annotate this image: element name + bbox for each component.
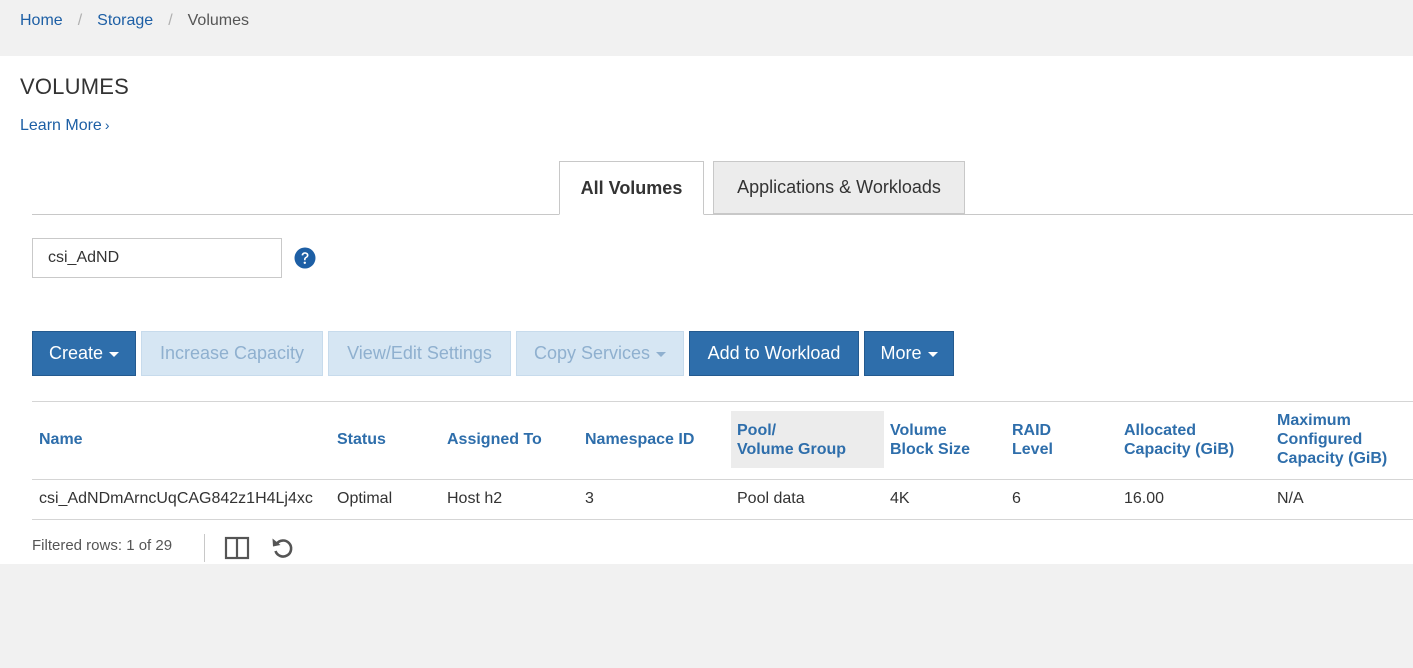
increase-capacity-button[interactable]: Increase Capacity xyxy=(141,331,323,376)
tab-all-volumes[interactable]: All Volumes xyxy=(559,161,704,215)
cell-namespace-id: 3 xyxy=(585,490,594,507)
cell-raid-level: 6 xyxy=(1012,490,1021,507)
cell-name: csi_AdNDmArncUqCAG842z1H4Lj4xc xyxy=(39,490,313,507)
column-header-pool-volume-group[interactable]: Pool/ Volume Group xyxy=(731,411,884,468)
cell-max-capacity: N/A xyxy=(1277,490,1304,507)
filter-input[interactable] xyxy=(32,238,282,278)
chevron-right-icon: › xyxy=(104,117,110,133)
breadcrumb-storage[interactable]: Storage xyxy=(97,12,153,30)
column-header-maximum-configured-capacity[interactable]: Maximum Configured Capacity (GiB) xyxy=(1277,411,1387,468)
refresh-icon[interactable] xyxy=(270,535,296,561)
footer-divider xyxy=(204,534,205,562)
caret-down-icon xyxy=(656,352,667,357)
column-header-namespace-id[interactable]: Namespace ID xyxy=(585,411,694,468)
breadcrumb: Home / Storage / Volumes xyxy=(0,0,1413,56)
cell-status: Optimal xyxy=(337,490,393,507)
create-button[interactable]: Create xyxy=(32,331,136,376)
column-header-assigned-to[interactable]: Assigned To xyxy=(447,411,542,468)
column-header-status[interactable]: Status xyxy=(337,411,386,468)
cell-assigned-to: Host h2 xyxy=(447,490,503,507)
header-divider xyxy=(32,479,1413,480)
caret-down-icon xyxy=(927,352,938,357)
tabs-divider xyxy=(32,214,1413,215)
page-title: VOLUMES xyxy=(20,74,129,99)
breadcrumb-separator: / xyxy=(168,12,173,29)
caret-down-icon xyxy=(109,352,120,357)
column-header-name[interactable]: Name xyxy=(39,411,83,468)
copy-services-button[interactable]: Copy Services xyxy=(516,331,684,376)
add-to-workload-button[interactable]: Add to Workload xyxy=(689,331,859,376)
breadcrumb-home[interactable]: Home xyxy=(20,12,63,30)
learn-more-link[interactable]: Learn More › xyxy=(20,117,110,135)
more-button-label: More xyxy=(880,343,922,363)
column-header-raid-level[interactable]: RAID Level xyxy=(1012,411,1053,468)
cell-block-size: 4K xyxy=(890,490,910,507)
column-header-volume-block-size[interactable]: Volume Block Size xyxy=(890,411,970,468)
copy-services-label: Copy Services xyxy=(533,343,651,363)
column-header-allocated-capacity[interactable]: Allocated Capacity (GiB) xyxy=(1124,411,1234,468)
row-divider xyxy=(32,519,1413,520)
cell-allocated-capacity: 16.00 xyxy=(1124,490,1165,507)
view-edit-settings-button[interactable]: View/Edit Settings xyxy=(328,331,511,376)
table-top-border xyxy=(32,401,1413,402)
learn-more-label: Learn More xyxy=(20,117,102,134)
filtered-rows-count: Filtered rows: 1 of 29 xyxy=(32,537,173,554)
breadcrumb-current: Volumes xyxy=(187,12,250,29)
tab-applications-workloads[interactable]: Applications & Workloads xyxy=(713,161,965,214)
question-circle-icon[interactable] xyxy=(294,247,316,269)
columns-icon[interactable] xyxy=(224,535,250,561)
cell-pool: Pool data xyxy=(737,490,805,507)
more-button[interactable]: More xyxy=(864,331,954,376)
breadcrumb-separator: / xyxy=(77,12,83,29)
create-button-label: Create xyxy=(48,343,104,363)
main-panel: VOLUMES Learn More › All Volumes Applicat… xyxy=(0,56,1413,564)
